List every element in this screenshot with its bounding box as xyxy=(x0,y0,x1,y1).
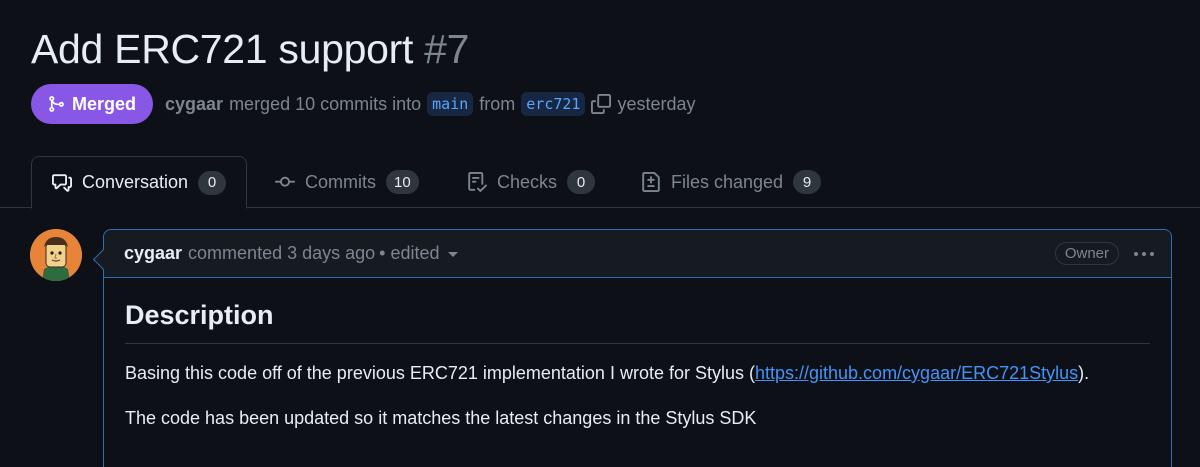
tab-commits[interactable]: Commits 10 xyxy=(275,156,419,208)
tab-checks[interactable]: Checks 0 xyxy=(467,156,596,208)
tab-files-changed[interactable]: Files changed 9 xyxy=(641,156,822,208)
avatar[interactable] xyxy=(30,229,82,281)
from-text: from xyxy=(479,93,516,114)
tab-counter: 0 xyxy=(567,170,596,194)
description-heading: Description xyxy=(125,300,1150,344)
paragraph-updated: The code has been updated so it matches … xyxy=(125,408,757,428)
head-branch[interactable]: erc721 xyxy=(521,92,586,116)
page-title: Add ERC721 support #7 xyxy=(31,26,469,73)
tab-label: Files changed xyxy=(671,171,784,192)
comment-discussion-icon xyxy=(52,173,72,193)
pr-tabs: Conversation 0 Commits 10 Checks 0 Files… xyxy=(0,156,1200,209)
merged-time: yesterday xyxy=(617,93,696,114)
edited-label: • edited xyxy=(379,243,440,263)
paragraph-text: ). xyxy=(1078,363,1090,383)
merged-text: merged 10 commits into xyxy=(229,93,422,114)
kebab-horizontal-icon[interactable] xyxy=(1131,243,1157,265)
comment-timestamp[interactable]: commented 3 days ago xyxy=(188,243,375,264)
pr-title: Add ERC721 support xyxy=(31,26,414,72)
pr-meta: Merged cygaar merged 10 commits into mai… xyxy=(31,84,696,124)
tab-conversation[interactable]: Conversation 0 xyxy=(31,156,248,209)
triangle-down-icon xyxy=(447,252,458,257)
tab-label: Checks xyxy=(497,171,558,192)
pull-request-page: Add ERC721 support #7 Merged cygaar merg… xyxy=(0,0,1200,467)
tab-label: Conversation xyxy=(82,172,189,192)
tab-label: Commits xyxy=(305,171,376,192)
edited-dropdown[interactable]: • edited xyxy=(379,243,458,264)
state-label: Merged xyxy=(72,93,137,114)
comment-header: cygaar commented 3 days ago • edited Own… xyxy=(104,230,1171,278)
copy-icon[interactable] xyxy=(591,94,612,114)
author-link[interactable]: cygaar xyxy=(165,94,223,115)
git-commit-icon xyxy=(275,172,295,192)
file-diff-icon xyxy=(641,172,661,192)
merged-state-badge: Merged xyxy=(31,84,154,124)
comment-body: Description Basing this code off of the … xyxy=(104,300,1171,429)
tab-counter: 0 xyxy=(198,170,227,195)
pr-number: #7 xyxy=(424,26,470,72)
owner-label: Owner xyxy=(1054,242,1119,265)
paragraph-text: Basing this code off of the previous ERC… xyxy=(125,363,755,383)
git-merge-icon xyxy=(47,95,65,113)
erc721stylus-link[interactable]: https://github.com/cygaar/ERC721Stylus xyxy=(755,363,1078,383)
paragraph-basing: Basing this code off of the previous ERC… xyxy=(125,363,1150,384)
tab-counter: 9 xyxy=(793,170,822,194)
comment-author[interactable]: cygaar xyxy=(124,243,182,264)
base-branch[interactable]: main xyxy=(427,92,474,116)
timeline-comment: cygaar commented 3 days ago • edited Own… xyxy=(103,229,1172,467)
tab-counter: 10 xyxy=(386,170,419,194)
checklist-icon xyxy=(467,172,487,192)
